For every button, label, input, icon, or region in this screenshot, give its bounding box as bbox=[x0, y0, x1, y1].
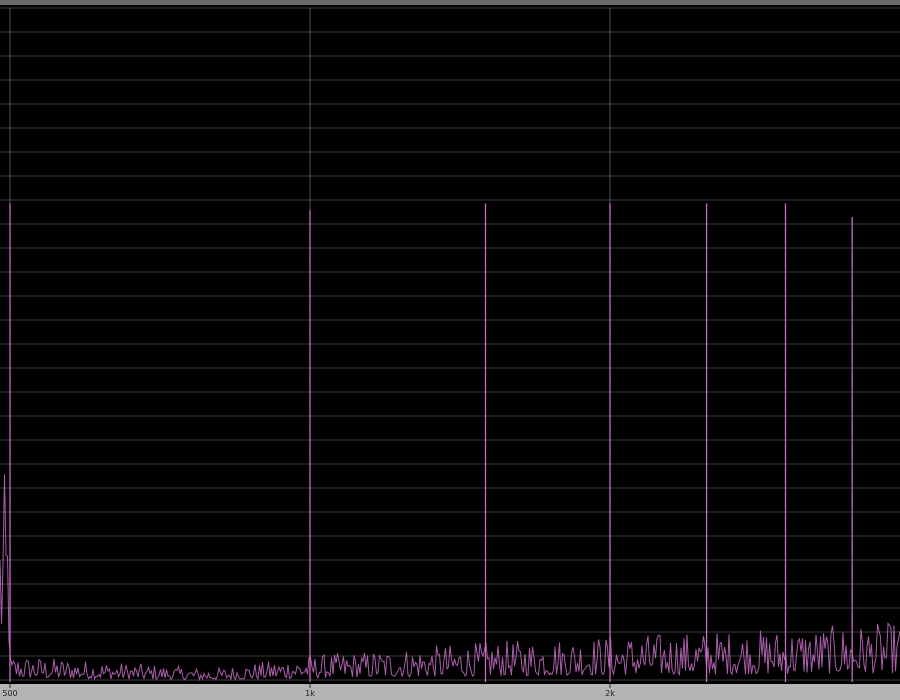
grid bbox=[0, 0, 900, 700]
axis-bar bbox=[0, 684, 900, 700]
x-tick-label: 500 bbox=[2, 689, 17, 698]
x-tick-label: 2k bbox=[605, 689, 615, 698]
x-tick-label: 1k bbox=[305, 689, 315, 698]
spectrum-chart: 5001k2k4k8k bbox=[0, 0, 900, 700]
plot-background bbox=[0, 0, 900, 700]
x-axis: 5001k2k4k8k bbox=[0, 684, 900, 700]
top-border bbox=[0, 0, 900, 5]
